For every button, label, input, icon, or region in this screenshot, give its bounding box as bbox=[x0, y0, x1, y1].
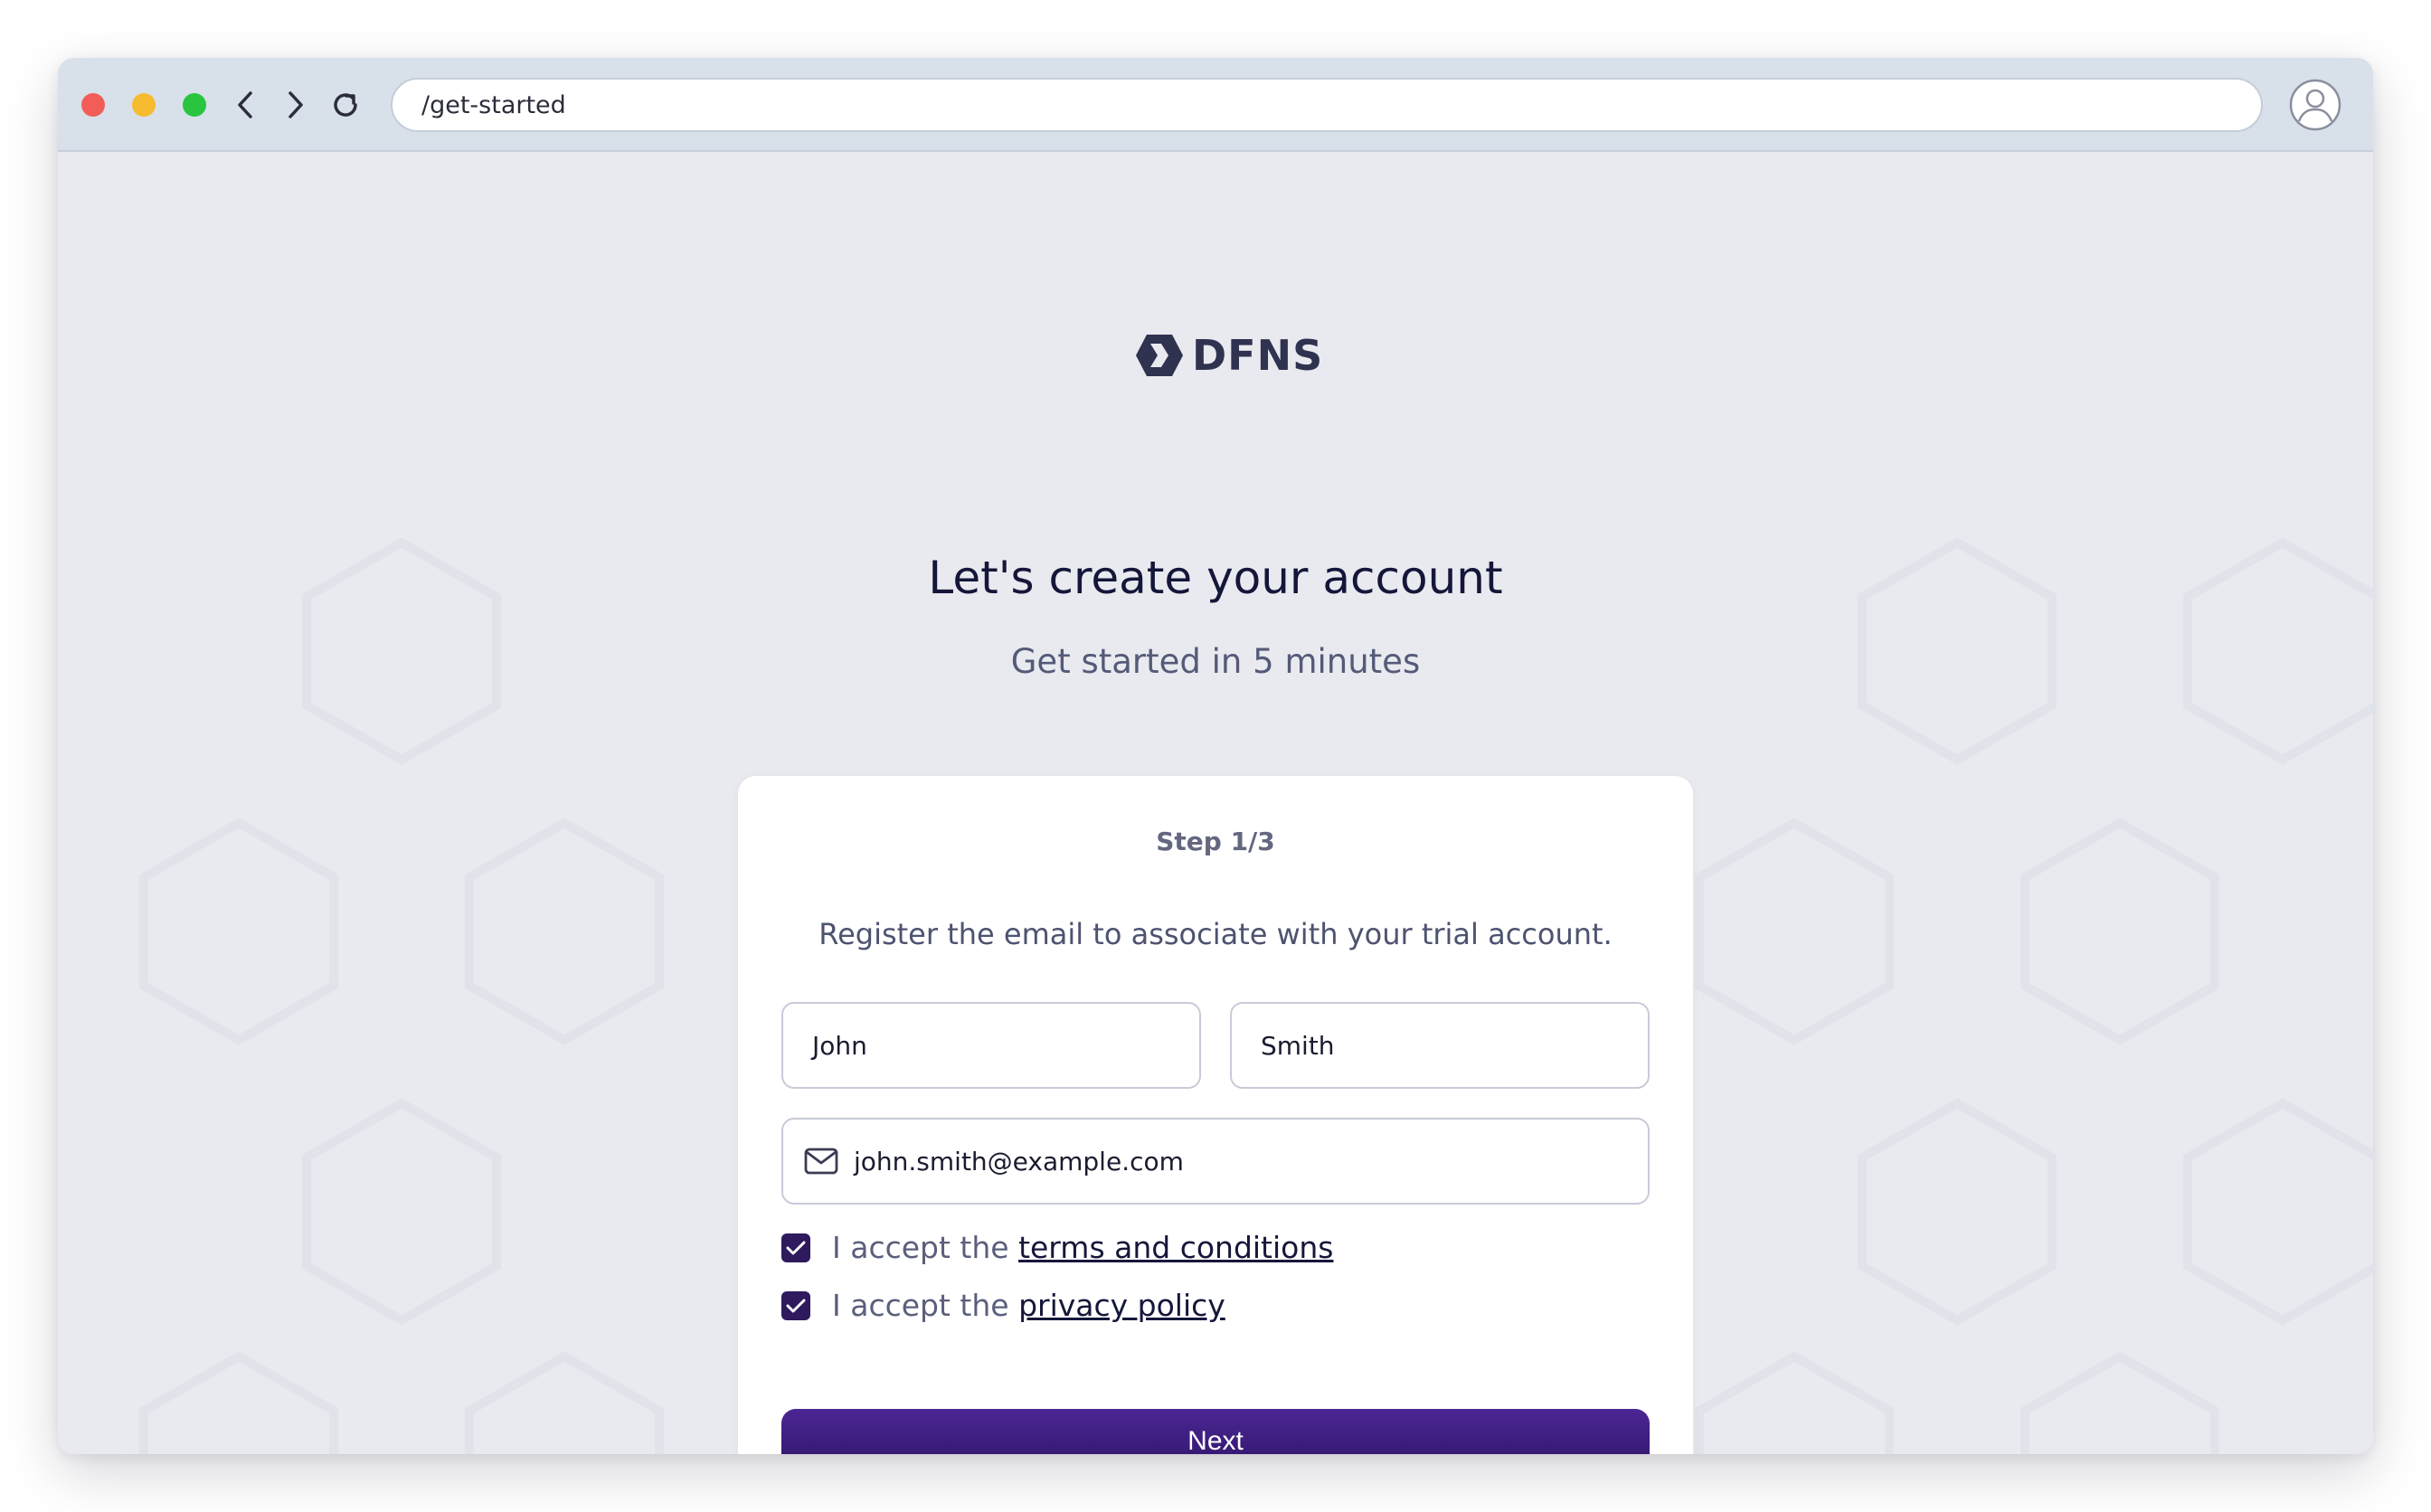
user-avatar-icon bbox=[2289, 79, 2341, 131]
reload-icon bbox=[334, 93, 357, 117]
email-field[interactable]: john.smith@example.com bbox=[781, 1118, 1650, 1205]
privacy-checkbox[interactable] bbox=[781, 1290, 810, 1320]
first-name-value: John bbox=[812, 1030, 867, 1061]
reload-button[interactable] bbox=[326, 85, 365, 125]
browser-toolbar: /get-started bbox=[58, 58, 2373, 152]
envelope-icon bbox=[803, 1143, 839, 1179]
minimize-window-button[interactable] bbox=[132, 93, 156, 117]
next-button[interactable]: Next bbox=[781, 1409, 1650, 1454]
form-instruction: Register the email to associate with you… bbox=[818, 917, 1613, 951]
page-title: Let's create your account bbox=[928, 552, 1503, 604]
back-button[interactable] bbox=[226, 85, 266, 125]
privacy-link[interactable]: privacy policy bbox=[1018, 1288, 1225, 1323]
signup-card: Step 1/3 Register the email to associate… bbox=[738, 776, 1693, 1454]
browser-window: /get-started DFNS Let's create your acco… bbox=[58, 58, 2373, 1454]
email-value: john.smith@example.com bbox=[854, 1146, 1184, 1177]
privacy-row: I accept the privacy policy bbox=[781, 1288, 1225, 1323]
page-subtitle: Get started in 5 minutes bbox=[1010, 642, 1421, 681]
terms-prefix: I accept the bbox=[832, 1230, 1019, 1265]
checkmark-icon bbox=[786, 1299, 806, 1312]
url-text: /get-started bbox=[421, 90, 566, 119]
privacy-prefix: I accept the bbox=[832, 1288, 1019, 1323]
page-content: DFNS Let's create your account Get start… bbox=[58, 154, 2373, 1454]
address-bar[interactable]: /get-started bbox=[391, 78, 2263, 132]
chevron-right-icon bbox=[289, 91, 303, 118]
terms-label: I accept the terms and conditions bbox=[832, 1230, 1333, 1265]
forward-button[interactable] bbox=[275, 85, 315, 125]
terms-link[interactable]: terms and conditions bbox=[1018, 1230, 1333, 1265]
checkmark-icon bbox=[786, 1241, 806, 1254]
dfns-logo: DFNS bbox=[1134, 331, 1323, 380]
last-name-value: Smith bbox=[1261, 1030, 1335, 1061]
brand-name: DFNS bbox=[1192, 331, 1324, 380]
privacy-label: I accept the privacy policy bbox=[832, 1288, 1225, 1323]
terms-row: I accept the terms and conditions bbox=[781, 1230, 1333, 1265]
dfns-logo-icon bbox=[1136, 335, 1183, 376]
close-window-button[interactable] bbox=[81, 93, 105, 117]
profile-button[interactable] bbox=[2288, 78, 2342, 132]
first-name-field[interactable]: John bbox=[781, 1002, 1201, 1089]
chevron-left-icon bbox=[238, 91, 252, 118]
last-name-field[interactable]: Smith bbox=[1230, 1002, 1650, 1089]
terms-checkbox[interactable] bbox=[781, 1233, 810, 1262]
maximize-window-button[interactable] bbox=[183, 93, 206, 117]
step-indicator: Step 1/3 bbox=[1156, 827, 1275, 856]
